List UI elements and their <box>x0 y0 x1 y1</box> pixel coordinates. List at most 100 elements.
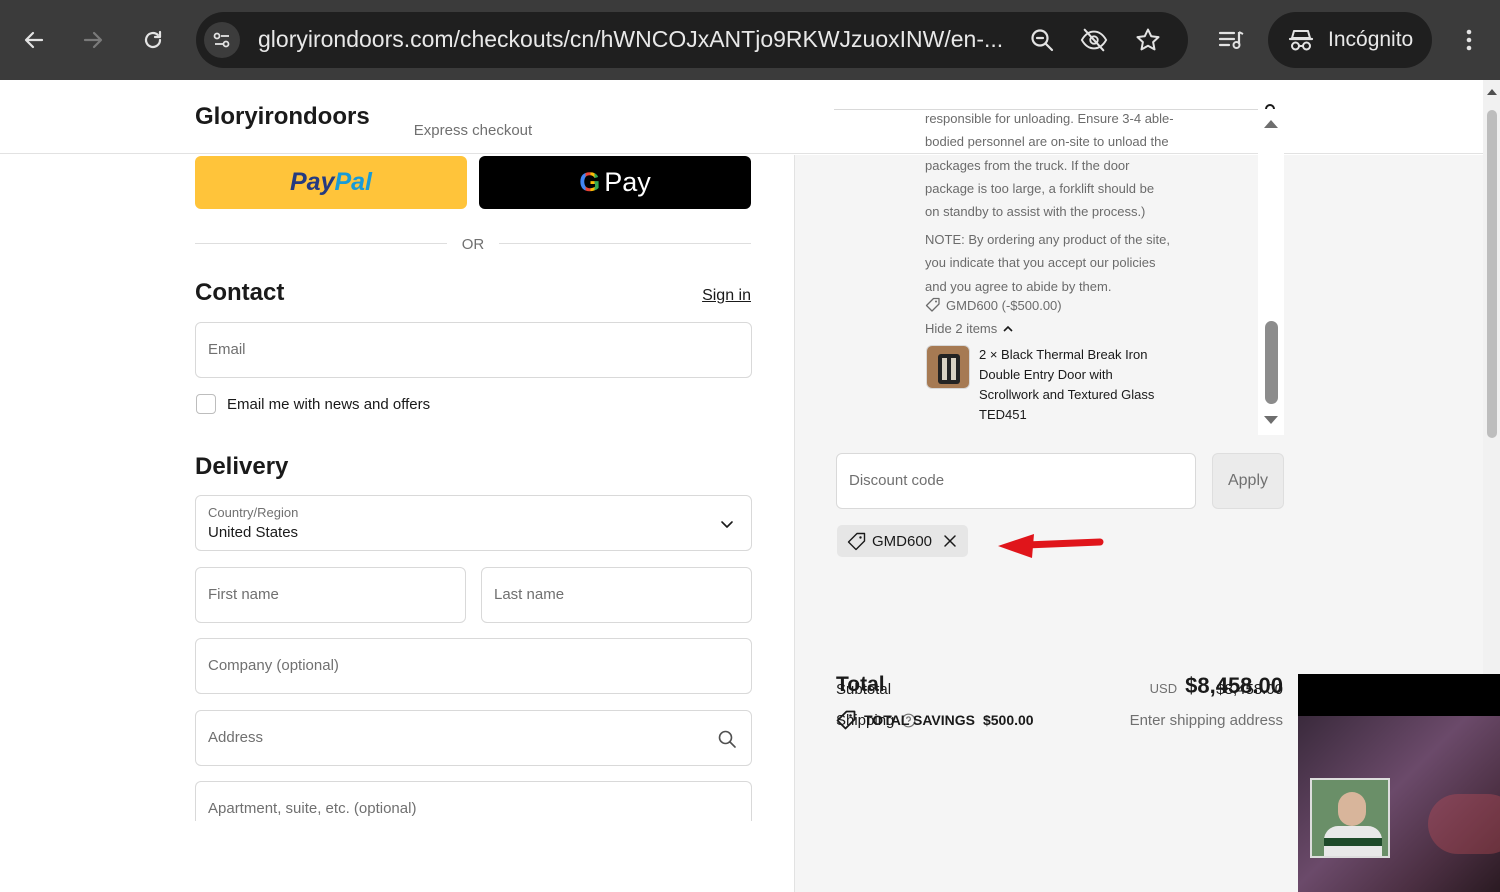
forward-button[interactable] <box>75 22 111 58</box>
close-icon[interactable] <box>942 533 958 549</box>
reload-button[interactable] <box>135 22 171 58</box>
savings-value: $500.00 <box>982 712 1034 728</box>
tag-icon <box>847 532 866 550</box>
site-info-button[interactable] <box>204 22 240 58</box>
delivery-heading: Delivery <box>195 453 289 480</box>
country-select[interactable]: Country/Region United States <box>195 495 752 551</box>
hide-items-toggle[interactable]: Hide 2 items <box>925 321 1013 336</box>
summary-scroll-thumb[interactable] <box>1265 321 1278 404</box>
applied-discount-tag: GMD600 <box>837 525 968 557</box>
policy-line: and you agree to abide by them. <box>925 278 1112 294</box>
apply-button[interactable]: Apply <box>1212 453 1284 509</box>
tag-icon <box>925 297 940 312</box>
incognito-label: Incógnito <box>1328 28 1414 51</box>
policy-note: NOTE: By ordering any product of the sit… <box>925 228 1185 298</box>
apartment-placeholder: Apartment, suite, etc. (optional) <box>208 800 417 817</box>
product-line: 2 × Black Thermal Break Iron <box>979 347 1148 362</box>
forward-arrow-icon <box>83 31 103 49</box>
webcam-person <box>1310 778 1390 858</box>
tune-icon <box>213 32 230 48</box>
zoom-icon <box>1031 29 1054 52</box>
zoom-button[interactable] <box>1028 26 1056 54</box>
search-icon <box>717 729 737 749</box>
browser-menu-button[interactable] <box>1451 22 1487 58</box>
star-icon <box>1136 28 1160 51</box>
incognito-profile-button[interactable]: Incógnito <box>1268 12 1432 68</box>
address-bar[interactable]: gloryirondoors.com/checkouts/cn/hWNCOJxA… <box>196 12 1188 68</box>
back-button[interactable] <box>16 22 52 58</box>
playlist-icon <box>1218 31 1244 49</box>
savings-label: TOTAL SAVINGS <box>864 712 975 728</box>
page-scroll-up-icon[interactable] <box>1487 89 1497 95</box>
total-currency: USD <box>1149 681 1178 696</box>
webcam-overlay <box>1298 674 1500 892</box>
google-pay-button[interactable]: G Pay <box>479 156 751 209</box>
line-discount: GMD600 (-$500.00) <box>925 297 1062 313</box>
apartment-field[interactable]: Apartment, suite, etc. (optional) <box>195 781 752 821</box>
scroll-down-icon[interactable] <box>1264 416 1278 424</box>
product-line: Scrollwork and Textured Glass <box>979 387 1155 402</box>
url-text[interactable]: gloryirondoors.com/checkouts/cn/hWNCOJxA… <box>258 26 1018 53</box>
country-value: United States <box>208 524 299 541</box>
total-label: Total <box>836 673 885 696</box>
tracking-protection-button[interactable] <box>1080 26 1108 54</box>
tag-icon <box>836 710 856 730</box>
hide-items-label: Hide 2 items <box>925 321 998 336</box>
total-amount: $8,458.00 <box>1185 673 1283 698</box>
note-line: responsible for unloading. Ensure 3-4 ab… <box>925 111 1174 126</box>
scroll-up-icon[interactable] <box>1264 120 1278 128</box>
total-row: USD $8,458.00 <box>1150 673 1283 699</box>
first-name-placeholder: First name <box>208 586 279 603</box>
note-line: bodied personnel are on-site to unload t… <box>925 134 1169 150</box>
note-line: packages from the truck. If the door <box>925 157 1130 173</box>
incognito-icon <box>1288 27 1314 58</box>
express-checkout-label: Express checkout <box>413 122 533 139</box>
note-line: on standby to assist with the process.) <box>925 204 1146 220</box>
google-pay-label: Pay <box>604 167 651 197</box>
policy-line: NOTE: By ordering any product of the sit… <box>925 232 1170 247</box>
browser-toolbar: gloryirondoors.com/checkouts/cn/hWNCOJxA… <box>0 0 1500 80</box>
address-field[interactable]: Address <box>195 710 752 766</box>
company-field[interactable]: Company (optional) <box>195 638 752 694</box>
or-divider-label: OR <box>461 236 485 253</box>
red-arrow-annotation <box>998 534 1104 558</box>
product-thumbnail <box>926 345 970 389</box>
policy-line: you indicate that you accept our policie… <box>925 255 1156 271</box>
last-name-field[interactable]: Last name <box>481 567 752 623</box>
shipping-note: responsible for unloading. Ensure 3-4 ab… <box>925 107 1185 223</box>
google-g-icon: G <box>579 167 601 197</box>
page-scroll-thumb[interactable] <box>1487 110 1497 438</box>
newsletter-checkbox[interactable] <box>196 394 216 414</box>
paypal-button[interactable]: Pay Pal <box>195 156 467 209</box>
shipping-value: Enter shipping address <box>1129 712 1283 729</box>
product-line: Double Entry Door with <box>979 367 1113 382</box>
paypal-logo-pal: Pal <box>334 168 372 196</box>
discount-placeholder: Discount code <box>849 472 945 489</box>
first-name-field[interactable]: First name <box>195 567 466 623</box>
email-placeholder: Email <box>208 341 246 358</box>
reload-icon <box>144 30 162 49</box>
total-savings: TOTAL SAVINGS $500.00 <box>836 710 1034 730</box>
email-field[interactable]: Email <box>195 322 752 378</box>
line-discount-text: GMD600 (-$500.00) <box>946 297 1062 313</box>
note-line: package is too large, a forklift should … <box>925 180 1155 196</box>
reading-list-button[interactable] <box>1213 22 1249 58</box>
bookmark-button[interactable] <box>1134 26 1162 54</box>
discount-code-field[interactable]: Discount code <box>836 453 1196 509</box>
contact-heading: Contact <box>195 279 285 306</box>
product-line: TED451 <box>979 407 1027 422</box>
address-placeholder: Address <box>208 729 264 746</box>
product-description: 2 × Black Thermal Break Iron Double Entr… <box>979 345 1169 425</box>
applied-code-text: GMD600 <box>872 532 933 550</box>
divider-left <box>195 243 447 244</box>
company-placeholder: Company (optional) <box>208 657 339 674</box>
last-name-placeholder: Last name <box>494 586 565 603</box>
divider-right <box>499 243 751 244</box>
newsletter-label[interactable]: Email me with news and offers <box>227 396 430 413</box>
chevron-up-icon <box>1003 325 1013 332</box>
paypal-logo-pay: Pay <box>289 168 335 196</box>
sign-in-link[interactable]: Sign in <box>690 287 751 305</box>
back-arrow-icon <box>24 31 44 49</box>
eye-slash-icon <box>1080 28 1108 52</box>
kebab-menu-icon <box>1466 29 1472 51</box>
